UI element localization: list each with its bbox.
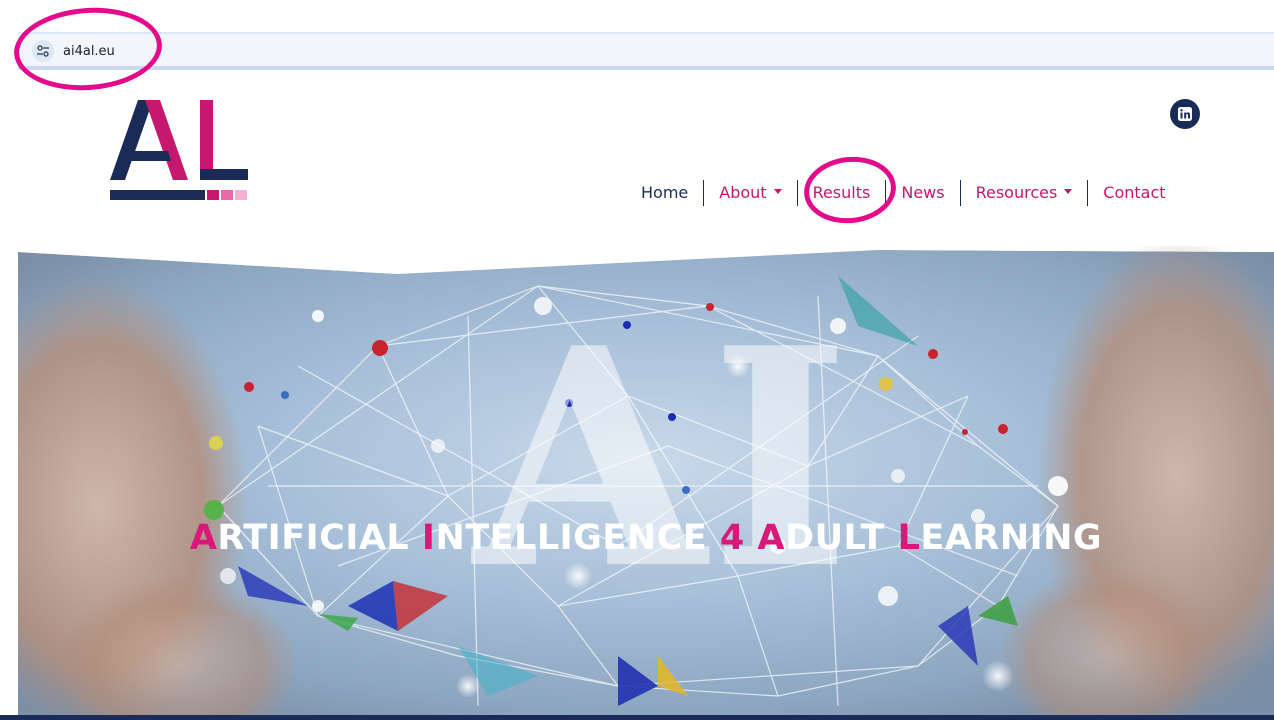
- hero-title-word: ARTIFICIAL: [190, 518, 422, 558]
- nav-contact[interactable]: Contact: [1088, 181, 1180, 205]
- hero-title-word: 4: [720, 518, 758, 558]
- nav-about[interactable]: About: [704, 181, 796, 205]
- nav-resources[interactable]: Resources: [961, 181, 1088, 205]
- hero-title: ARTIFICIAL INTELLIGENCE 4 ADULT LEARNING: [18, 518, 1274, 558]
- hero-title-word: INTELLIGENCE: [422, 518, 720, 558]
- linkedin-icon[interactable]: [1170, 99, 1200, 129]
- hero-title-rest: DULT: [785, 518, 898, 558]
- address-bar[interactable]: ai4al.eu: [18, 32, 1274, 70]
- hero-title-rest: NTELLIGENCE: [435, 518, 720, 558]
- hero-title-rest: EARNING: [920, 518, 1103, 558]
- hero-title-initial: A: [757, 518, 786, 558]
- nav-about-label[interactable]: About: [719, 183, 766, 202]
- hero-ai-letters: AI: [469, 282, 855, 635]
- nav-home[interactable]: Home: [626, 181, 703, 205]
- hero-title-initial: I: [421, 518, 436, 558]
- hero-title-word: LEARNING: [898, 518, 1103, 558]
- hero-title-initial: A: [189, 518, 218, 558]
- url-annotation-circle: [11, 2, 165, 96]
- hero-network-image: AI: [18, 246, 1274, 720]
- hero-title-initial: 4: [719, 518, 745, 558]
- bottom-edge: [0, 715, 1274, 720]
- hero-title-initial: L: [897, 518, 921, 558]
- chevron-down-icon[interactable]: [773, 189, 782, 194]
- hero-title-rest: [745, 518, 758, 558]
- main-nav: Home About Results News Resources Contac…: [626, 180, 1181, 206]
- hero-banner: AI ARTIFICIAL INTELLIGENCE 4 ADULT LEARN…: [18, 246, 1274, 720]
- results-annotation-circle: [800, 152, 900, 228]
- hero-title-word: ADULT: [757, 518, 897, 558]
- hero-title-rest: RTIFICIAL: [217, 518, 422, 558]
- chevron-down-icon[interactable]: [1064, 189, 1073, 194]
- site-logo[interactable]: [108, 96, 253, 211]
- nav-resources-label[interactable]: Resources: [976, 183, 1058, 202]
- nav-news[interactable]: News: [886, 181, 959, 205]
